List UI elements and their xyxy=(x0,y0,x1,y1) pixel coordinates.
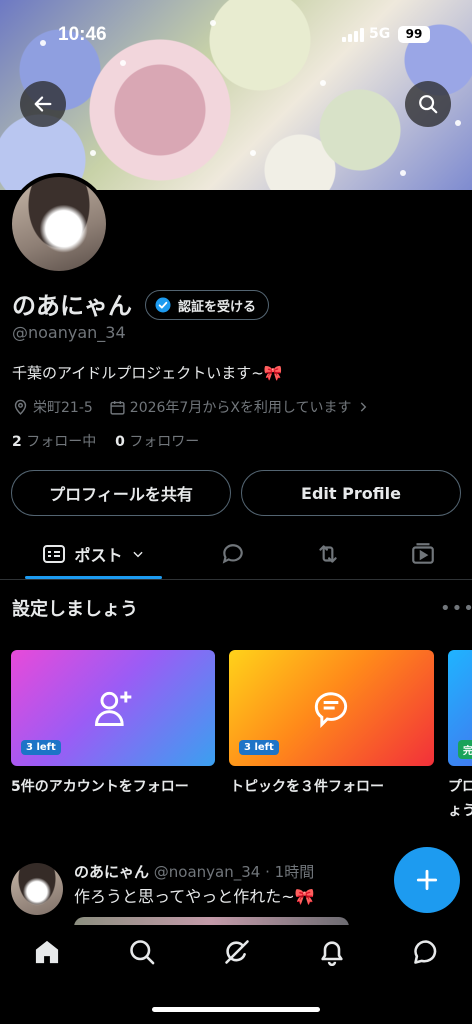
follow-topics-card[interactable]: 3 left xyxy=(229,650,434,766)
verify-label: 認証を受ける xyxy=(178,299,257,315)
back-button[interactable] xyxy=(20,81,66,127)
tab-posts-label: ポスト xyxy=(74,546,123,565)
tab-reposts[interactable] xyxy=(303,530,353,578)
signal-icon xyxy=(342,28,364,42)
post-header: のあにゃん @noanyan_34 · 1時間 xyxy=(74,861,314,882)
chevron-down-icon xyxy=(132,551,143,558)
card-label: トピックを３件フォロー xyxy=(230,779,384,795)
follow-accounts-card[interactable]: 3 left xyxy=(11,650,215,766)
followers-link[interactable]: 0 フォロワー xyxy=(115,434,199,450)
battery-icon: 99 xyxy=(398,26,430,43)
more-options-icon[interactable]: ••• xyxy=(440,598,472,619)
profile-tabs: ポスト xyxy=(0,530,472,580)
post-text[interactable]: 作ろうと思ってやっと作れた~🎀 xyxy=(74,883,315,907)
status-bar: 10:46 5G 99 xyxy=(0,20,472,50)
home-icon xyxy=(35,940,59,964)
profile-meta: 栄町21-5 2026年7月からXを利用しています xyxy=(12,397,370,417)
tab-media[interactable] xyxy=(398,530,448,578)
grok-icon xyxy=(225,940,249,964)
network-label: 5G xyxy=(369,26,391,42)
profile-bio: 千葉のアイドルプロジェクトいます~🎀 xyxy=(12,364,283,382)
message-bubble-icon xyxy=(414,940,437,964)
edit-profile-button[interactable]: Edit Profile xyxy=(241,470,461,516)
follow-counts: 2 フォロー中 0 フォロワー xyxy=(12,431,199,451)
bell-icon xyxy=(321,941,343,966)
search-icon xyxy=(419,95,438,114)
share-profile-button[interactable]: プロフィールを共有 xyxy=(11,470,231,516)
reply-bubble-icon xyxy=(222,544,243,564)
nav-home[interactable] xyxy=(32,937,62,967)
topic-bubble-icon xyxy=(314,692,348,729)
compose-button[interactable] xyxy=(394,847,460,913)
chevron-right-icon[interactable] xyxy=(356,400,370,414)
tab-replies[interactable] xyxy=(208,530,258,578)
profile-location: 栄町21-5 xyxy=(33,400,93,416)
setup-title: 設定しましょう xyxy=(12,599,138,620)
nav-grok[interactable] xyxy=(222,937,252,967)
plus-icon xyxy=(416,869,438,891)
card-label: 5件のアカウントをフォロー xyxy=(11,779,189,795)
add-user-icon xyxy=(95,691,132,726)
card-badge: 3 left xyxy=(21,740,61,755)
back-arrow-icon xyxy=(34,96,52,112)
nav-notifications[interactable] xyxy=(317,937,347,967)
post-author[interactable]: のあにゃん xyxy=(74,863,149,881)
repost-icon xyxy=(319,545,337,563)
nav-messages[interactable] xyxy=(411,937,441,967)
post-handle-time: @noanyan_34 · 1時間 xyxy=(153,863,315,881)
profile-name: のあにゃん xyxy=(12,292,132,320)
get-verified-button[interactable]: 認証を受ける xyxy=(145,290,270,320)
complete-profile-card[interactable]: 完 xyxy=(448,650,472,766)
following-link[interactable]: 2 フォロー中 xyxy=(12,434,96,450)
home-indicator[interactable] xyxy=(152,1007,320,1012)
calendar-icon xyxy=(110,400,125,415)
post-avatar[interactable] xyxy=(11,863,63,915)
card-badge: 完 xyxy=(458,740,472,759)
card-label: プロ ょう xyxy=(448,779,472,819)
verified-badge-icon xyxy=(155,297,171,313)
avatar-image xyxy=(12,177,106,271)
card-badge: 3 left xyxy=(239,740,279,755)
profile-avatar[interactable] xyxy=(8,173,110,275)
posts-tab-icon xyxy=(43,545,66,563)
tab-posts[interactable]: ポスト xyxy=(25,530,162,578)
search-button[interactable] xyxy=(405,81,451,127)
nav-explore[interactable] xyxy=(127,937,157,967)
profile-joined[interactable]: 2026年7月からXを利用しています xyxy=(130,397,352,417)
active-tab-indicator xyxy=(25,576,162,579)
search-icon xyxy=(130,940,155,965)
media-video-icon xyxy=(412,543,434,564)
location-pin-icon xyxy=(14,399,27,415)
status-time: 10:46 xyxy=(58,24,107,45)
profile-handle: @noanyan_34 xyxy=(12,323,126,342)
